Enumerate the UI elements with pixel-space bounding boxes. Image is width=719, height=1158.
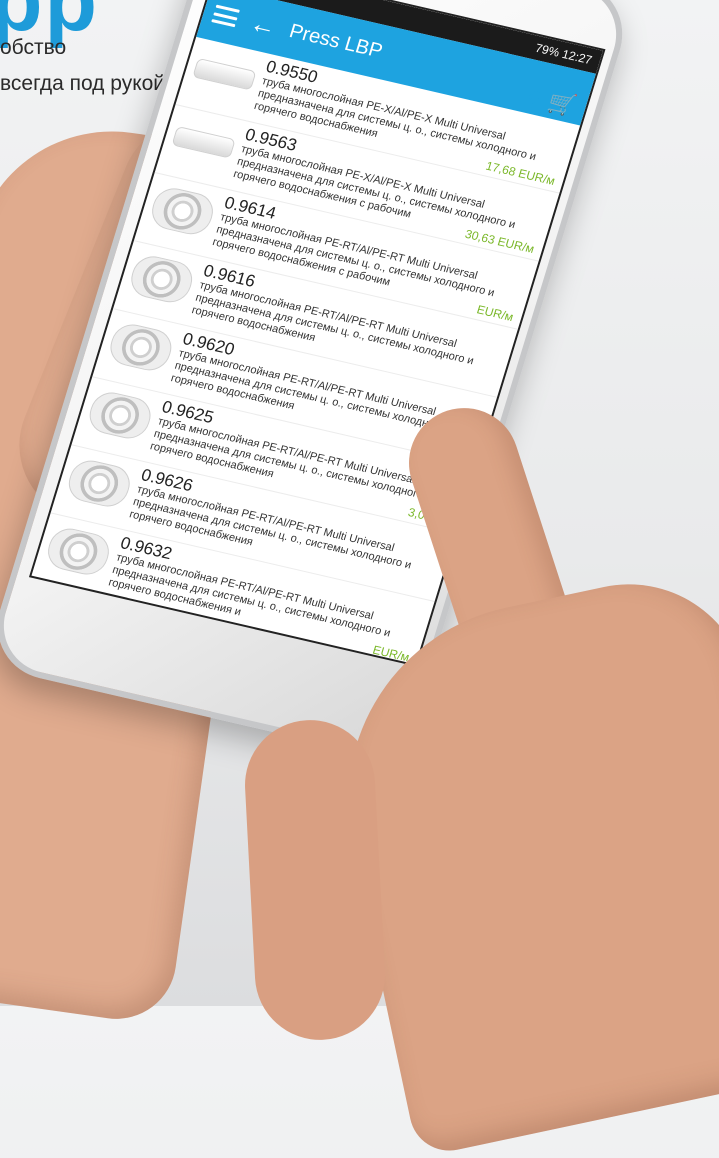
- product-thumbnail: [63, 456, 135, 511]
- product-thumbnail: [43, 524, 114, 579]
- menu-icon[interactable]: [211, 4, 240, 28]
- product-thumbnail: [105, 320, 177, 375]
- product-thumbnail: [192, 57, 257, 91]
- promo-text-line-2: всегда под рукой.: [0, 72, 171, 95]
- arrow-left-icon[interactable]: ←: [246, 7, 280, 42]
- product-thumbnail: [147, 184, 218, 239]
- product-thumbnail: [84, 388, 156, 443]
- product-thumbnail: [171, 125, 236, 159]
- promo-text-line-1: обство: [0, 36, 67, 59]
- product-thumbnail: [126, 252, 198, 307]
- index-finger: [241, 716, 389, 1044]
- app-title: Press LBP: [286, 19, 386, 63]
